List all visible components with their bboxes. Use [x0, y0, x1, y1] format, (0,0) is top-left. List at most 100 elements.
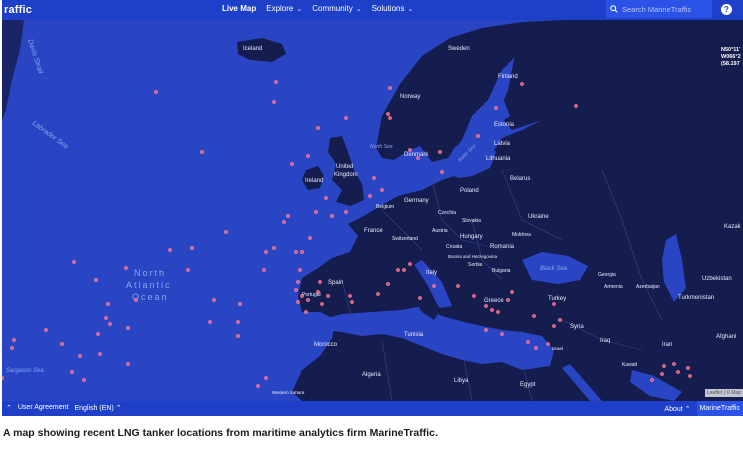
lng-tanker-marker[interactable] — [494, 106, 498, 110]
chevron-up-icon[interactable]: ⌃ — [6, 404, 12, 412]
lng-tanker-marker[interactable] — [168, 248, 172, 252]
lng-tanker-marker[interactable] — [456, 284, 460, 288]
lng-tanker-marker[interactable] — [208, 320, 212, 324]
lng-tanker-marker[interactable] — [672, 362, 676, 366]
lng-tanker-marker[interactable] — [10, 346, 14, 350]
logo[interactable]: raffic — [4, 4, 32, 16]
live-map[interactable]: Iceland Sweden Finland Norway Estonia La… — [2, 20, 743, 401]
search-box[interactable] — [606, 0, 712, 18]
lng-tanker-marker[interactable] — [348, 294, 352, 298]
lng-tanker-marker[interactable] — [44, 328, 48, 332]
lng-tanker-marker[interactable] — [308, 236, 312, 240]
lng-tanker-marker[interactable] — [78, 354, 82, 358]
lng-tanker-marker[interactable] — [108, 322, 112, 326]
lng-tanker-marker[interactable] — [304, 310, 308, 314]
lng-tanker-marker[interactable] — [238, 302, 242, 306]
lng-tanker-marker[interactable] — [532, 314, 536, 318]
lng-tanker-marker[interactable] — [134, 298, 138, 302]
user-agreement-link[interactable]: User Agreement — [18, 404, 69, 412]
lng-tanker-marker[interactable] — [318, 280, 322, 284]
search-input[interactable] — [622, 4, 710, 14]
lng-tanker-marker[interactable] — [330, 214, 334, 218]
lng-tanker-marker[interactable] — [496, 310, 500, 314]
lng-tanker-marker[interactable] — [476, 134, 480, 138]
lng-tanker-marker[interactable] — [314, 210, 318, 214]
lng-tanker-marker[interactable] — [298, 268, 302, 272]
lng-tanker-marker[interactable] — [286, 214, 290, 218]
lng-tanker-marker[interactable] — [396, 268, 400, 272]
lng-tanker-marker[interactable] — [264, 250, 268, 254]
lng-tanker-marker[interactable] — [662, 364, 666, 368]
lng-tanker-marker[interactable] — [72, 260, 76, 264]
lng-tanker-marker[interactable] — [534, 346, 538, 350]
lng-tanker-marker[interactable] — [264, 376, 268, 380]
lng-tanker-marker[interactable] — [386, 112, 390, 116]
lng-tanker-marker[interactable] — [520, 82, 524, 86]
lng-tanker-marker[interactable] — [432, 284, 436, 288]
lng-tanker-marker[interactable] — [408, 148, 412, 152]
lng-tanker-marker[interactable] — [124, 266, 128, 270]
lng-tanker-marker[interactable] — [300, 250, 304, 254]
lng-tanker-marker[interactable] — [236, 334, 240, 338]
map-attribution[interactable]: Leaflet | © Map — [705, 389, 743, 397]
lng-tanker-marker[interactable] — [510, 290, 514, 294]
lng-tanker-marker[interactable] — [326, 294, 330, 298]
lng-tanker-marker[interactable] — [386, 282, 390, 286]
lng-tanker-marker[interactable] — [272, 246, 276, 250]
lng-tanker-marker[interactable] — [274, 80, 278, 84]
lng-tanker-marker[interactable] — [294, 250, 298, 254]
lng-tanker-marker[interactable] — [256, 384, 260, 388]
lng-tanker-marker[interactable] — [368, 194, 372, 198]
lng-tanker-marker[interactable] — [686, 366, 690, 370]
lng-tanker-marker[interactable] — [418, 296, 422, 300]
lng-tanker-marker[interactable] — [296, 280, 300, 284]
lng-tanker-marker[interactable] — [236, 320, 240, 324]
lng-tanker-marker[interactable] — [408, 262, 412, 266]
lng-tanker-marker[interactable] — [376, 292, 380, 296]
lng-tanker-marker[interactable] — [224, 230, 228, 234]
lng-tanker-marker[interactable] — [416, 156, 420, 160]
lng-tanker-marker[interactable] — [490, 308, 494, 312]
lng-tanker-marker[interactable] — [98, 352, 102, 356]
lng-tanker-marker[interactable] — [472, 294, 476, 298]
lng-tanker-marker[interactable] — [552, 324, 556, 328]
lng-tanker-marker[interactable] — [96, 332, 100, 336]
lng-tanker-marker[interactable] — [106, 302, 110, 306]
lng-tanker-marker[interactable] — [438, 150, 442, 154]
lng-tanker-marker[interactable] — [558, 318, 562, 322]
lng-tanker-marker[interactable] — [388, 86, 392, 90]
lng-tanker-marker[interactable] — [660, 372, 664, 376]
lng-tanker-marker[interactable] — [262, 268, 266, 272]
lng-tanker-marker[interactable] — [282, 220, 286, 224]
lng-tanker-marker[interactable] — [300, 294, 304, 298]
lng-tanker-marker[interactable] — [484, 328, 488, 332]
lng-tanker-marker[interactable] — [212, 298, 216, 302]
lng-tanker-marker[interactable] — [546, 342, 550, 346]
lng-tanker-marker[interactable] — [12, 338, 16, 342]
lng-tanker-marker[interactable] — [294, 288, 298, 292]
lng-tanker-marker[interactable] — [350, 300, 354, 304]
lng-tanker-marker[interactable] — [344, 116, 348, 120]
lng-tanker-marker[interactable] — [344, 210, 348, 214]
lng-tanker-marker[interactable] — [316, 126, 320, 130]
lng-tanker-marker[interactable] — [388, 116, 392, 120]
lng-tanker-marker[interactable] — [500, 332, 504, 336]
lng-tanker-marker[interactable] — [126, 362, 130, 366]
lng-tanker-marker[interactable] — [60, 342, 64, 346]
lng-tanker-marker[interactable] — [552, 302, 556, 306]
lng-tanker-marker[interactable] — [296, 300, 300, 304]
lng-tanker-marker[interactable] — [688, 374, 692, 378]
nav-live-map[interactable]: Live Map — [222, 4, 256, 13]
lng-tanker-marker[interactable] — [380, 188, 384, 192]
language-selector[interactable]: English (EN) ⌃ — [74, 404, 121, 412]
lng-tanker-marker[interactable] — [526, 340, 530, 344]
marinetraffic-link[interactable]: MarineTraffic — [696, 401, 743, 416]
help-icon[interactable]: ? — [721, 4, 732, 15]
lng-tanker-marker[interactable] — [104, 316, 108, 320]
lng-tanker-marker[interactable] — [70, 370, 74, 374]
lng-tanker-marker[interactable] — [320, 302, 324, 306]
lng-tanker-marker[interactable] — [190, 246, 194, 250]
lng-tanker-marker[interactable] — [272, 100, 276, 104]
lng-tanker-marker[interactable] — [200, 150, 204, 154]
nav-solutions[interactable]: Solutions ⌄ — [372, 4, 414, 13]
